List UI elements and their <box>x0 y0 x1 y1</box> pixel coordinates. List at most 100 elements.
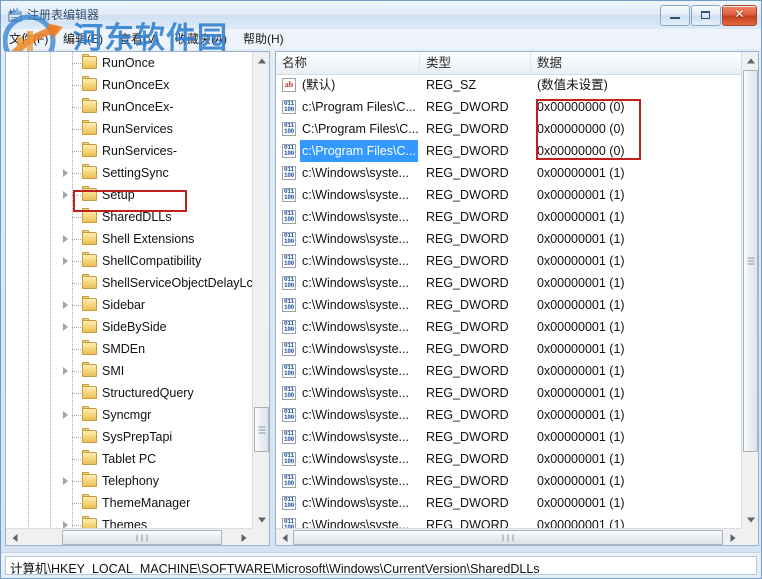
list-scroll-up-button[interactable] <box>742 52 758 69</box>
registry-value-row[interactable]: 011 100 c:\Windows\syste... REG_DWORD 0x0000… <box>276 162 741 184</box>
tree-item-runonceex[interactable]: RunOnceEx <box>6 74 252 96</box>
tree-item-smi[interactable]: SMI <box>6 360 252 382</box>
tree-item-syncmgr[interactable]: Syncmgr <box>6 404 252 426</box>
tree-item-shareddlls[interactable]: SharedDLLs <box>6 206 252 228</box>
reg-dword-icon: 011 100 <box>282 518 296 528</box>
tree-item-runonceex[interactable]: RunOnceEx- <box>6 96 252 118</box>
registry-value-row[interactable]: 011 100 c:\Windows\syste... REG_DWORD 0x0000… <box>276 228 741 250</box>
registry-value-row[interactable]: 011 100 c:\Program Files\C... REG_DWORD 0x00… <box>276 140 741 162</box>
list-vertical-scrollbar[interactable] <box>741 52 758 528</box>
grip-icon <box>747 256 754 267</box>
folder-icon <box>82 164 97 179</box>
tree-vertical-scrollbar[interactable] <box>252 52 269 528</box>
expand-arrow-icon[interactable] <box>63 191 68 199</box>
reg-dword-icon: 011 100 <box>282 298 296 312</box>
expand-arrow-icon[interactable] <box>63 301 68 309</box>
list-scrollbar-thumb[interactable] <box>743 70 758 452</box>
minimize-button[interactable] <box>660 5 690 26</box>
registry-value-row[interactable]: 011 100 c:\Windows\syste... REG_DWORD 0x0000… <box>276 360 741 382</box>
tree-horizontal-scrollbar[interactable] <box>6 528 252 545</box>
tree-item-label: ShellCompatibility <box>102 254 202 268</box>
tree-item-label: SideBySide <box>102 320 167 334</box>
tree-scrollbar-thumb[interactable] <box>254 407 269 452</box>
tree-item-setup[interactable]: Setup <box>6 184 252 206</box>
registry-value-row[interactable]: ab (默认) REG_SZ (数值未设置) <box>276 74 741 96</box>
tree-guide-line <box>28 228 29 250</box>
expand-arrow-icon[interactable] <box>63 169 68 177</box>
tree-item-shellcompatibility[interactable]: ShellCompatibility <box>6 250 252 272</box>
registry-value-row[interactable]: 011 100 c:\Windows\syste... REG_DWORD 0x0000… <box>276 250 741 272</box>
tree-item-shellserviceobjectdelaylc[interactable]: ShellServiceObjectDelayLc <box>6 272 252 294</box>
value-data: 0x00000001 (1) <box>537 298 625 312</box>
expand-arrow-icon[interactable] <box>63 367 68 375</box>
expand-arrow-icon[interactable] <box>63 257 68 265</box>
menu-file[interactable]: 文件(F) <box>5 31 52 47</box>
expand-arrow-icon[interactable] <box>63 521 68 528</box>
registry-value-row[interactable]: 011 100 c:\Windows\syste... REG_DWORD 0x0000… <box>276 382 741 404</box>
expand-arrow-icon[interactable] <box>63 477 68 485</box>
tree-item-syspreptapi[interactable]: SysPrepTapi <box>6 426 252 448</box>
registry-value-row[interactable]: 011 100 c:\Windows\syste... REG_DWORD 0x0000… <box>276 338 741 360</box>
registry-value-row[interactable]: 011 100 c:\Program Files\C... REG_DWORD 0x00… <box>276 96 741 118</box>
tree-item-runservices[interactable]: RunServices <box>6 118 252 140</box>
column-header-type[interactable]: 类型 <box>420 52 531 74</box>
registry-value-row[interactable]: 011 100 c:\Windows\syste... REG_DWORD 0x0000… <box>276 184 741 206</box>
tree-item-shell-extensions[interactable]: Shell Extensions <box>6 228 252 250</box>
registry-value-row[interactable]: 011 100 c:\Windows\syste... REG_DWORD 0x0000… <box>276 316 741 338</box>
tree-guide-line <box>28 184 29 206</box>
folder-icon <box>82 252 97 267</box>
tree-item-thememanager[interactable]: ThemeManager <box>6 492 252 514</box>
registry-value-row[interactable]: 011 100 c:\Windows\syste... REG_DWORD 0x0000… <box>276 294 741 316</box>
tree-item-settingsync[interactable]: SettingSync <box>6 162 252 184</box>
expand-arrow-icon[interactable] <box>63 323 68 331</box>
registry-tree-scroll-area[interactable]: RunOnce RunOnceEx RunOnceEx- RunServices Run… <box>6 52 252 528</box>
expand-arrow-icon[interactable] <box>63 411 68 419</box>
tree-item-runonce[interactable]: RunOnce <box>6 52 252 74</box>
value-type: REG_DWORD <box>426 474 509 488</box>
folder-icon <box>82 208 97 223</box>
tree-item-sidebar[interactable]: Sidebar <box>6 294 252 316</box>
tree-hscrollbar-thumb[interactable] <box>62 530 222 545</box>
registry-value-row[interactable]: 011 100 c:\Windows\syste... REG_DWORD 0x0000… <box>276 448 741 470</box>
maximize-button[interactable] <box>691 5 721 26</box>
registry-value-row[interactable]: 011 100 C:\Program Files\C... REG_DWORD 0x00… <box>276 118 741 140</box>
list-scroll-down-button[interactable] <box>742 511 758 528</box>
tree-scroll-down-button[interactable] <box>253 511 269 528</box>
expand-arrow-icon[interactable] <box>63 235 68 243</box>
tree-scroll-up-button[interactable] <box>253 52 269 69</box>
list-scroll-right-button[interactable] <box>724 529 741 545</box>
menu-help[interactable]: 帮助(H) <box>239 31 288 47</box>
registry-value-row[interactable]: 011 100 c:\Windows\syste... REG_DWORD 0x0000… <box>276 206 741 228</box>
list-horizontal-scrollbar[interactable] <box>276 528 741 545</box>
tree-scroll-left-button[interactable] <box>6 529 23 545</box>
column-header-data[interactable]: 数据 <box>531 52 743 74</box>
column-header-name[interactable]: 名称 <box>276 52 420 74</box>
tree-item-themes[interactable]: Themes <box>6 514 252 528</box>
tree-item-sidebyside[interactable]: SideBySide <box>6 316 252 338</box>
registry-values-list[interactable]: ab (默认) REG_SZ (数值未设置) 011 100 c:\Program File… <box>276 74 741 528</box>
list-scroll-left-button[interactable] <box>276 529 293 545</box>
registry-value-row[interactable]: 011 100 c:\Windows\syste... REG_DWORD 0x0000… <box>276 272 741 294</box>
close-button[interactable]: ✕ <box>722 5 757 26</box>
registry-value-row[interactable]: 011 100 c:\Windows\syste... REG_DWORD 0x0000… <box>276 426 741 448</box>
tree-item-telephony[interactable]: Telephony <box>6 470 252 492</box>
grip-icon <box>258 424 265 435</box>
value-type: REG_DWORD <box>426 364 509 378</box>
menu-edit[interactable]: 编辑(E) <box>59 31 107 47</box>
menu-view[interactable]: 查看(V) <box>115 31 163 47</box>
tree-item-runservices[interactable]: RunServices- <box>6 140 252 162</box>
list-hscrollbar-thumb[interactable] <box>293 530 723 545</box>
tree-item-label: SettingSync <box>102 166 169 180</box>
tree-guide-line <box>72 371 82 372</box>
registry-value-row[interactable]: 011 100 c:\Windows\syste... REG_DWORD 0x0000… <box>276 404 741 426</box>
tree-item-tablet-pc[interactable]: Tablet PC <box>6 448 252 470</box>
registry-value-row[interactable]: 011 100 c:\Windows\syste... REG_DWORD 0x0000… <box>276 470 741 492</box>
tree-item-label: SharedDLLs <box>102 210 172 224</box>
registry-value-row[interactable]: 011 100 c:\Windows\syste... REG_DWORD 0x0000… <box>276 514 741 528</box>
tree-item-smden[interactable]: SMDEn <box>6 338 252 360</box>
tree-guide-line <box>72 525 82 526</box>
tree-scroll-right-button[interactable] <box>235 529 252 545</box>
registry-value-row[interactable]: 011 100 c:\Windows\syste... REG_DWORD 0x0000… <box>276 492 741 514</box>
tree-item-structuredquery[interactable]: StructuredQuery <box>6 382 252 404</box>
menu-favorites[interactable]: 收藏夹(A) <box>171 31 231 47</box>
